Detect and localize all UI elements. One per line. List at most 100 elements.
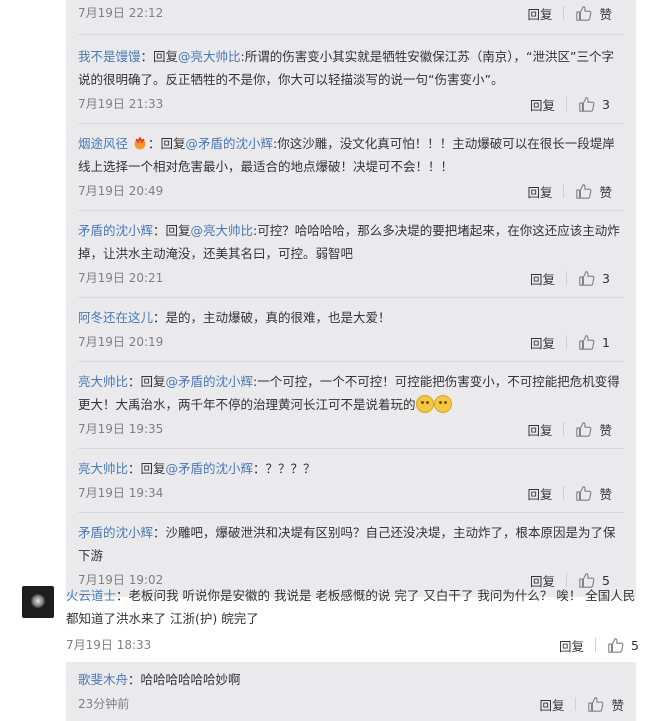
reply-button[interactable]: 回复 (530, 333, 555, 352)
avatar[interactable] (22, 586, 54, 618)
reply-meta: 7月19日 19:34 回复 赞 (78, 480, 624, 506)
reply-item: 烟途风径 ：回复@矛盾的沈小辉:你这沙雕，没文化真可怕！！！主动爆破可以在很长一… (66, 124, 636, 211)
divider (563, 6, 565, 20)
reply-text: 歌斐木舟：哈哈哈哈哈哈妙啊 (66, 662, 636, 691)
reply-item: 亮大帅比：回复@矛盾的沈小辉:一个可控，一个不可控！可控能把伤害变小，不可控能把… (66, 362, 636, 449)
reply-user-link[interactable]: 我不是馒馒 (78, 49, 141, 64)
divider (563, 486, 565, 500)
divider (563, 422, 565, 436)
reply-user-link[interactable]: 亮大帅比 (78, 374, 128, 389)
reply-button[interactable]: 回复 (530, 269, 555, 288)
reply-time: 7月19日 21:33 (78, 97, 164, 111)
reply-actions: 回复 1 (530, 331, 612, 353)
thumbs-up-icon (588, 697, 604, 712)
like-label: 赞 (599, 184, 612, 200)
thumbs-up-icon (576, 6, 592, 21)
like-button[interactable]: 3 (578, 95, 612, 113)
like-button[interactable]: 赞 (575, 484, 612, 503)
smile-emoji-icon (433, 395, 452, 413)
reply-actions: 回复 赞 (527, 418, 612, 440)
reply-prefix: ：回复 (128, 461, 166, 476)
reply-button[interactable]: 回复 (527, 182, 552, 201)
reply-time: 7月19日 20:21 (78, 271, 164, 285)
reply-item: 亮大帅比：回复@矛盾的沈小辉：？？？？ 7月19日 19:34 回复 赞 (66, 449, 636, 513)
reply-button[interactable]: 回复 (527, 4, 552, 23)
reply-text: 我不是馒馒：回复@亮大帅比:所谓的伤害变小其实就是牺牲安徽保江苏（南京），“泄洪… (78, 35, 624, 91)
reply-prefix: ：回复 (140, 49, 179, 64)
reply-body: ：沙雕吧，爆破泄洪和决堤有区别吗？自己还没决堤，主动炸了，根本原因是为了保下游 (78, 525, 616, 563)
divider (563, 184, 565, 198)
reply-user-link[interactable]: 亮大帅比 (78, 461, 128, 476)
reply-time: 7月19日 22:12 (78, 6, 164, 20)
smile-emoji-icon (415, 395, 434, 413)
reply-prefix: ：回复 (153, 223, 191, 238)
reply-actions: 回复 赞 (527, 2, 612, 24)
reply-item: 矛盾的沈小辉：回复@亮大帅比:可控？哈哈哈哈，那么多决堤的要把堵起来，在你这还应… (66, 211, 636, 298)
like-count: 5 (631, 637, 639, 653)
comment-actions: 回复 5 (559, 634, 641, 656)
like-button[interactable]: 赞 (587, 695, 624, 714)
reply-time: 7月19日 19:35 (78, 422, 164, 436)
mention-link[interactable]: @亮大帅比 (178, 49, 241, 64)
reply-meta: 23分钟前 回复 赞 (66, 691, 636, 717)
like-label: 赞 (611, 697, 624, 713)
thumbs-up-icon (579, 335, 595, 350)
reply-meta: 7月19日 21:33 回复 3 (78, 91, 624, 117)
reply-button[interactable]: 回复 (539, 695, 564, 714)
reply-meta: 7月19日 20:21 回复 3 (78, 265, 624, 291)
reply-time: 7月19日 19:34 (78, 486, 164, 500)
reply-user-link[interactable]: 矛盾的沈小辉 (78, 525, 153, 540)
like-button[interactable]: 赞 (575, 182, 612, 201)
reply-user-link[interactable]: 阿冬还在这儿 (78, 310, 153, 325)
thumbs-up-icon (576, 184, 592, 199)
like-label: 赞 (599, 6, 612, 22)
like-button[interactable]: 赞 (575, 4, 612, 23)
reply-actions: 回复 3 (530, 93, 612, 115)
mention-link[interactable]: @矛盾的沈小辉 (166, 461, 254, 476)
reply-button[interactable]: 回复 (527, 484, 552, 503)
reply-actions: 回复 赞 (527, 180, 612, 202)
mention-link[interactable]: @矛盾的沈小辉 (186, 136, 274, 151)
reply-body: ：？？？？ (253, 461, 316, 476)
reply-button[interactable]: 回复 (530, 95, 555, 114)
reply-user-link[interactable]: 歌斐木舟 (78, 672, 128, 687)
reply-prefix: ：回复 (128, 374, 166, 389)
reply-button[interactable]: 回复 (527, 420, 552, 439)
like-button[interactable]: 赞 (575, 420, 612, 439)
thumbs-up-icon (608, 638, 624, 653)
thumbs-up-icon (579, 271, 595, 286)
reply-meta: 7月19日 20:19 回复 1 (78, 329, 624, 355)
comment-text: 火云道士：老板问我 听说你是安徽的 我说是 老板感慨的说 完了 又白干了 我问为… (66, 584, 641, 630)
comment-meta: 7月19日 18:33 回复 5 (66, 634, 641, 658)
mention-link[interactable]: @亮大帅比 (191, 223, 254, 238)
like-button[interactable]: 1 (578, 333, 612, 351)
reply-actions: 回复 赞 (527, 482, 612, 504)
reply-text: 亮大帅比：回复@矛盾的沈小辉:一个可控，一个不可控！可控能把伤害变小，不可控能把… (78, 362, 624, 416)
like-label: 赞 (599, 422, 612, 438)
reply-item: 7月19日 22:12 回复 赞 (66, 0, 636, 35)
reply-text: 阿冬还在这儿：是的，主动爆破，真的很难，也是大爱！ (78, 298, 624, 329)
reply-text: 烟途风径 ：回复@矛盾的沈小辉:你这沙雕，没文化真可怕！！！主动爆破可以在很长一… (78, 124, 624, 178)
main-comment: 火云道士：老板问我 听说你是安徽的 我说是 老板感慨的说 完了 又白干了 我问为… (0, 572, 656, 662)
reply-user-link[interactable]: 烟途风径 (78, 136, 128, 151)
reply-user-link[interactable]: 矛盾的沈小辉 (78, 223, 153, 238)
like-count: 3 (602, 270, 610, 286)
reply-text: 矛盾的沈小辉：回复@亮大帅比:可控？哈哈哈哈，那么多决堤的要把堵起来，在你这还应… (78, 211, 624, 265)
reply-body: ：是的，主动爆破，真的很难，也是大爱！ (153, 310, 391, 325)
reply-actions: 回复 3 (530, 267, 612, 289)
mention-link[interactable]: @矛盾的沈小辉 (166, 374, 254, 389)
reply-text: 矛盾的沈小辉：沙雕吧，爆破泄洪和决堤有区别吗？自己还没决堤，主动炸了，根本原因是… (78, 513, 624, 567)
comment-user-link[interactable]: 火云道士 (66, 588, 116, 603)
reply-text: 亮大帅比：回复@矛盾的沈小辉：？？？？ (78, 449, 624, 480)
like-button[interactable]: 5 (607, 636, 641, 654)
reply-button[interactable]: 回复 (559, 636, 584, 655)
like-button[interactable]: 3 (578, 269, 612, 287)
thumbs-up-icon (576, 486, 592, 501)
comment-body: ：老板问我 听说你是安徽的 我说是 老板感慨的说 完了 又白干了 我问为什么？ … (66, 588, 636, 626)
avatar-image (31, 594, 45, 608)
divider (566, 97, 567, 111)
thumbs-up-icon (576, 422, 592, 437)
reply-body: ：哈哈哈哈哈哈妙啊 (128, 672, 241, 687)
reply-actions: 回复 赞 (539, 693, 624, 715)
reply-list: 7月19日 22:12 回复 赞 我不是馒馒：回复@亮大帅比:所谓的伤害变小其实… (66, 0, 636, 597)
